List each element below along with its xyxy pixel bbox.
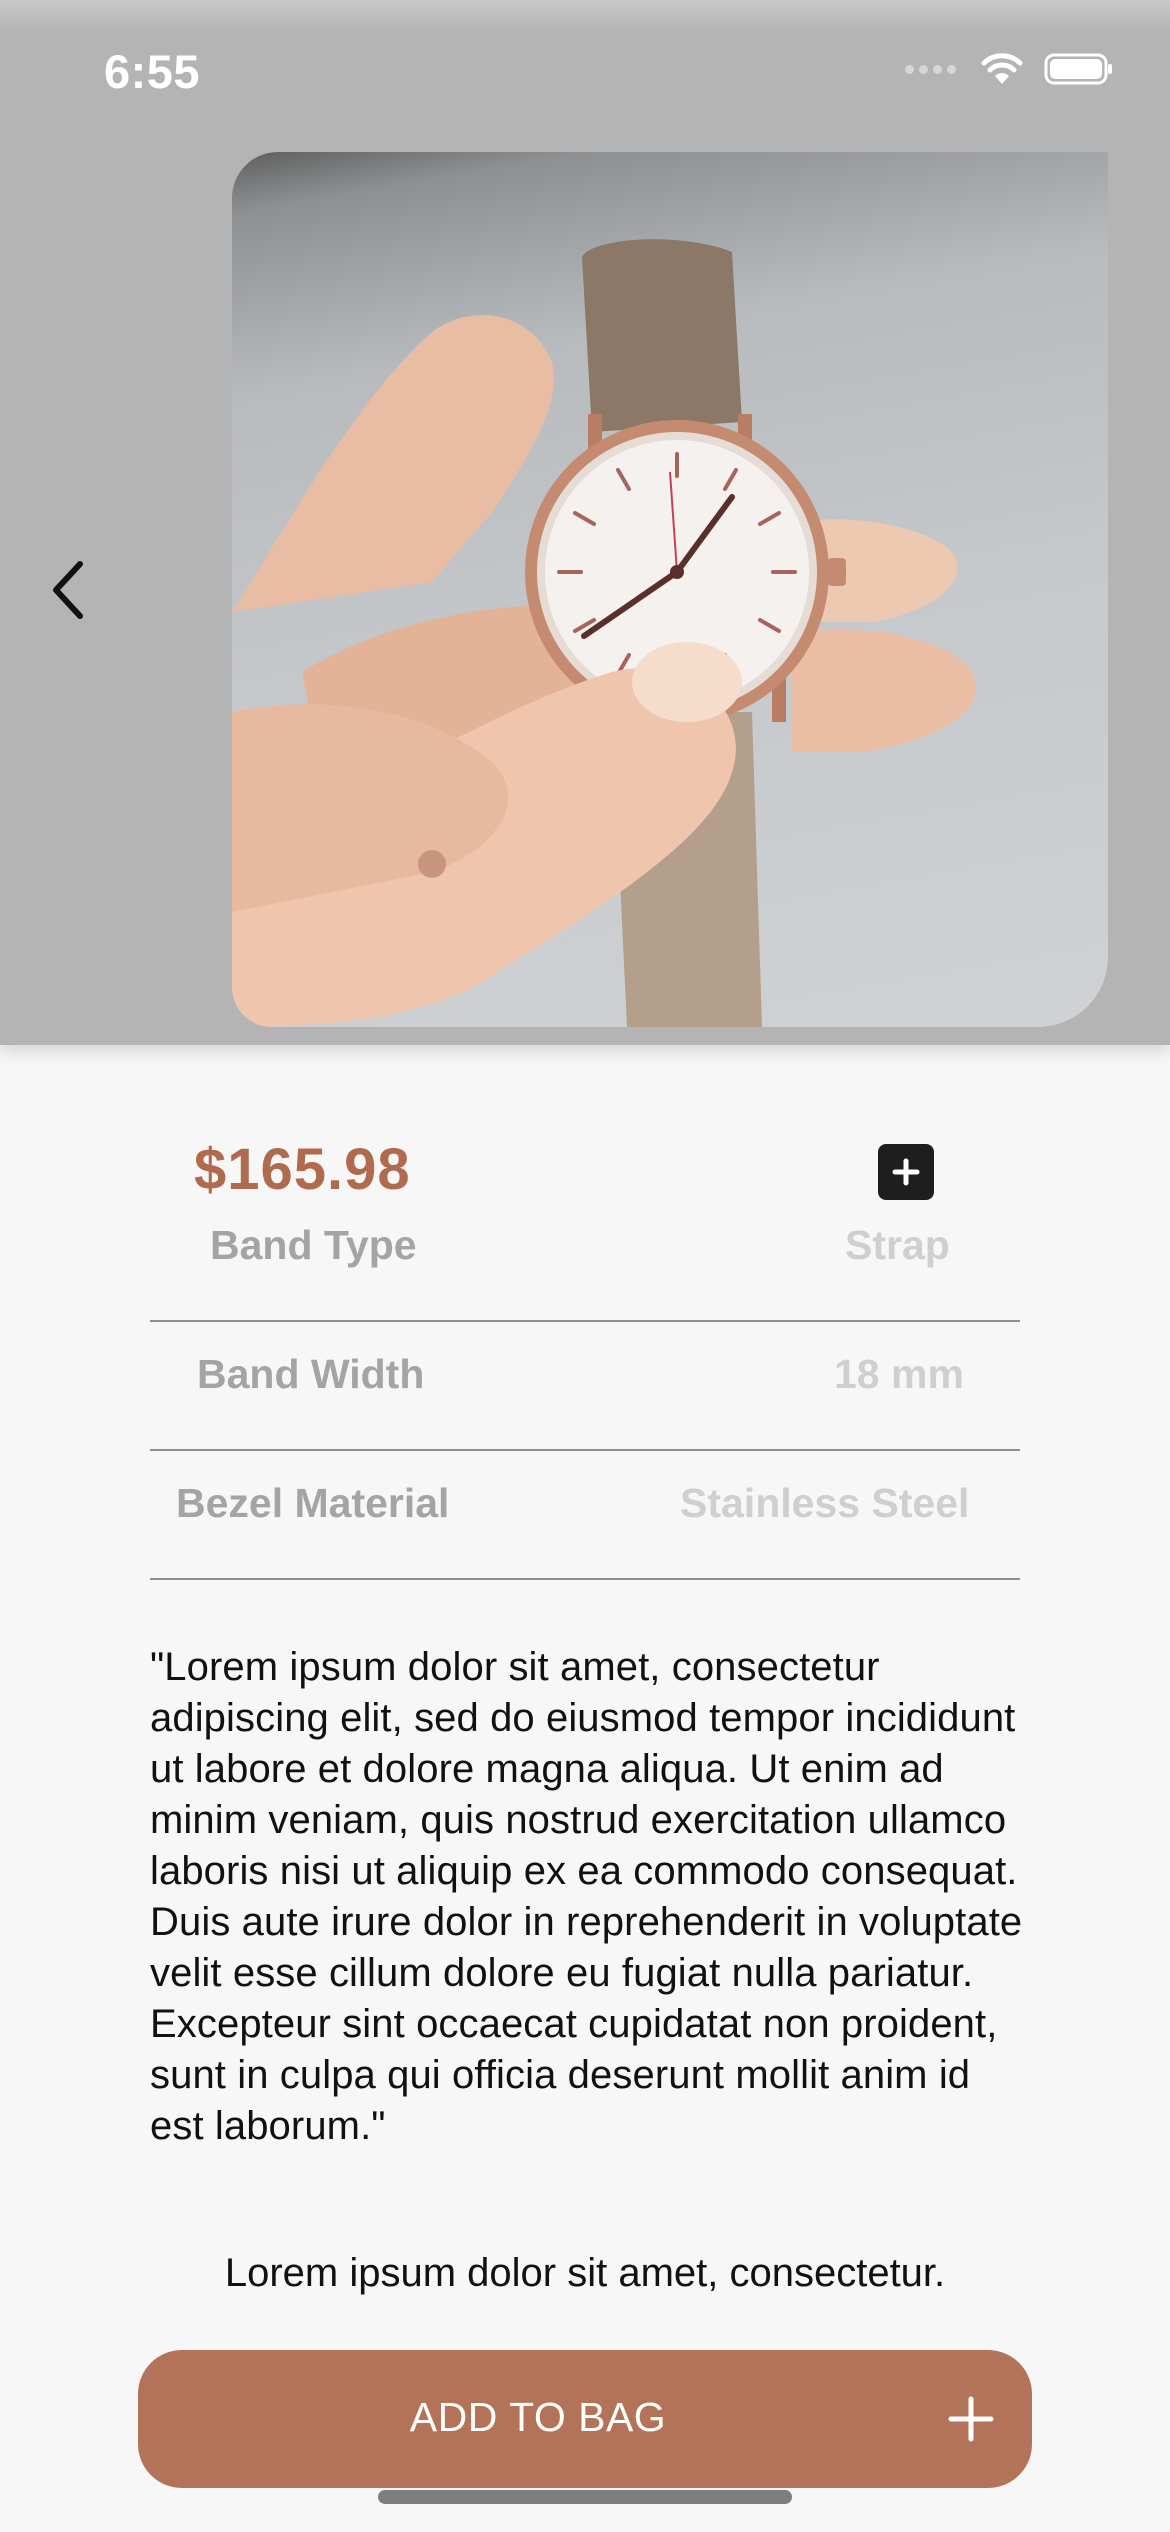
spec-label: Bezel Material — [176, 1480, 450, 1526]
product-image — [232, 152, 1108, 1027]
chevron-left-icon — [53, 561, 83, 619]
status-time: 6:55 — [104, 45, 201, 98]
spec-label: Band Width — [197, 1351, 425, 1397]
add-to-bag-label: ADD TO BAG — [409, 2394, 667, 2440]
home-indicator[interactable] — [378, 2490, 792, 2504]
signal-icon — [905, 64, 956, 74]
back-button[interactable] — [40, 555, 96, 625]
status-icons — [905, 52, 1114, 86]
wifi-icon — [981, 53, 1023, 84]
spec-value: Strap — [845, 1222, 950, 1268]
spec-row-band-type: Band Type Strap — [150, 1192, 1020, 1322]
spec-value: 18 mm — [834, 1351, 964, 1397]
product-tagline: Lorem ipsum dolor sit amet, consectetur. — [224, 2251, 946, 2295]
spec-row-band-width: Band Width 18 mm — [150, 1321, 1020, 1451]
battery-icon — [1044, 53, 1112, 85]
product-detail-screen: 6:55 $165.98 Band Type Strap Band Width … — [0, 0, 1170, 2532]
plus-square-icon — [892, 1158, 920, 1186]
product-description: "Lorem ipsum dolor sit amet, consectetur… — [150, 1645, 1023, 2148]
plus-icon — [948, 2396, 994, 2442]
product-hero: 6:55 — [0, 0, 1170, 1045]
spec-row-bezel-material: Bezel Material Stainless Steel — [150, 1450, 1020, 1580]
spec-label: Band Type — [210, 1222, 417, 1268]
spec-value: Stainless Steel — [680, 1480, 970, 1526]
add-to-bag-button[interactable]: ADD TO BAG — [138, 2350, 1032, 2488]
